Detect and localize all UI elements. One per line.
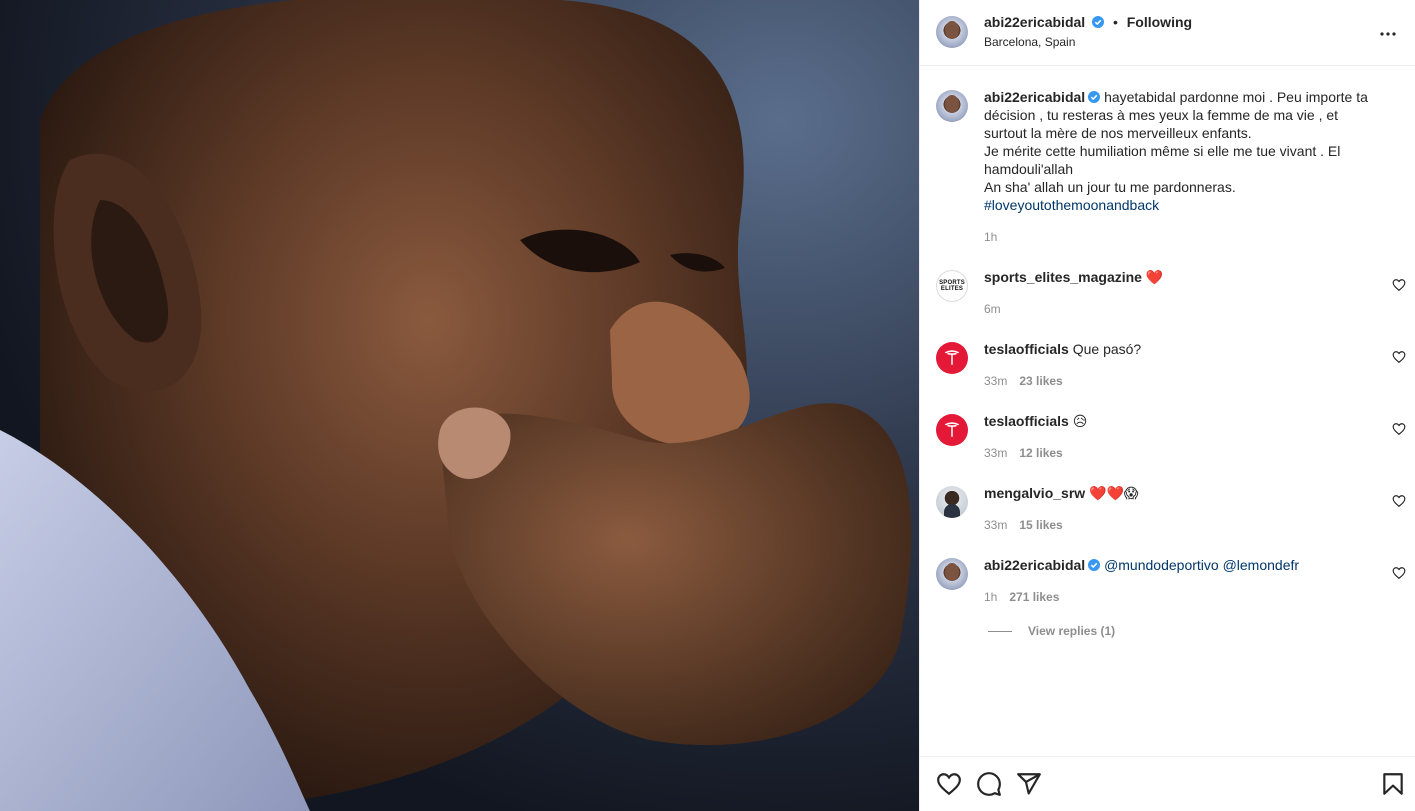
bookmark-icon[interactable] bbox=[1380, 771, 1406, 797]
author-avatar[interactable] bbox=[936, 16, 968, 48]
view-replies-label: View replies (1) bbox=[1028, 624, 1116, 638]
comment-time[interactable]: 1h bbox=[984, 590, 997, 604]
comment-like-icon[interactable] bbox=[1392, 350, 1406, 364]
following-button[interactable]: Following bbox=[1127, 14, 1192, 30]
comment-time[interactable]: 33m bbox=[984, 374, 1007, 388]
commenter-username[interactable]: mengalvio_srw bbox=[984, 485, 1085, 501]
commenter-avatar[interactable] bbox=[936, 414, 968, 446]
comment-time[interactable]: 33m bbox=[984, 518, 1007, 532]
comment-item: abi22ericabidal @mundodeportivo @lemonde… bbox=[920, 557, 1415, 648]
comment-emoji: 😥 bbox=[1072, 413, 1088, 429]
comment-item: teslaofficials Que pasó? 33m 23 likes bbox=[920, 341, 1415, 402]
commenter-username[interactable]: sports_elites_magazine bbox=[984, 269, 1142, 285]
author-username[interactable]: abi22ericabidal bbox=[984, 14, 1085, 30]
paper-plane-icon[interactable] bbox=[1016, 771, 1042, 797]
commenter-avatar[interactable]: SPORTS ELITES bbox=[936, 270, 968, 302]
caption-time[interactable]: 1h bbox=[984, 230, 997, 244]
avatar-logo-text: SPORTS ELITES bbox=[939, 280, 965, 292]
verified-badge-icon bbox=[1088, 559, 1101, 571]
comment-likes[interactable]: 23 likes bbox=[1019, 374, 1062, 388]
tesla-logo-icon bbox=[944, 350, 960, 365]
view-replies-button[interactable]: View replies (1) bbox=[988, 624, 1115, 638]
location-link[interactable]: Barcelona, Spain bbox=[984, 35, 1075, 49]
comment-like-icon[interactable] bbox=[1392, 422, 1406, 436]
comment-meta: 33m 12 likes bbox=[984, 446, 1063, 460]
post-header: abi22ericabidal • Following Barcelona, S… bbox=[920, 0, 1415, 66]
comment-meta: 33m 15 likes bbox=[984, 518, 1063, 532]
comment-emoji: ❤️❤️😱 bbox=[1089, 485, 1139, 501]
comment-likes[interactable]: 12 likes bbox=[1019, 446, 1062, 460]
separator-dot: • bbox=[1112, 14, 1118, 30]
comment-mentions[interactable]: @mundodeportivo @lemondefr bbox=[1104, 557, 1299, 573]
commenter-avatar[interactable] bbox=[936, 558, 968, 590]
commenter-avatar[interactable] bbox=[936, 342, 968, 374]
comment-item: mengalvio_srw ❤️❤️😱 33m 15 likes bbox=[920, 485, 1415, 546]
commenter-avatar[interactable] bbox=[936, 486, 968, 518]
comment-like-icon[interactable] bbox=[1392, 278, 1406, 292]
comment-like-icon[interactable] bbox=[1392, 494, 1406, 508]
comment-meta: 1h 271 likes bbox=[984, 590, 1059, 604]
comment-text: Que pasó? bbox=[1072, 341, 1142, 357]
caption-text-2: Je mérite cette humiliation même si elle… bbox=[984, 143, 1341, 177]
more-options-icon[interactable] bbox=[1376, 22, 1400, 46]
comment-emoji: ❤️ bbox=[1145, 269, 1164, 285]
post-photo[interactable] bbox=[0, 0, 919, 811]
comment-time[interactable]: 33m bbox=[984, 446, 1007, 460]
commenter-username[interactable]: teslaofficials bbox=[984, 341, 1069, 357]
replies-divider bbox=[988, 630, 1012, 632]
caption-text-3: An sha' allah un jour tu me pardonneras. bbox=[984, 179, 1236, 195]
verified-badge-icon bbox=[1088, 91, 1101, 103]
comment-icon[interactable] bbox=[976, 771, 1002, 797]
tesla-logo-icon bbox=[944, 422, 960, 437]
post-image bbox=[0, 0, 912, 811]
verified-badge-icon bbox=[1092, 16, 1105, 28]
comments-list[interactable]: abi22ericabidal hayetabidal pardonne moi… bbox=[920, 66, 1415, 756]
caption-avatar[interactable] bbox=[936, 90, 968, 122]
comment-likes[interactable]: 271 likes bbox=[1009, 590, 1059, 604]
comment-item: SPORTS ELITES sports_elites_magazine ❤️ … bbox=[920, 269, 1415, 330]
comment-time[interactable]: 6m bbox=[984, 302, 1001, 316]
action-bar bbox=[920, 756, 1415, 811]
caption-username[interactable]: abi22ericabidal bbox=[984, 89, 1085, 105]
caption: abi22ericabidal hayetabidal pardonne moi… bbox=[920, 89, 1415, 260]
comment-meta: 33m 23 likes bbox=[984, 374, 1063, 388]
caption-hashtag[interactable]: #loveyoutothemoonandback bbox=[984, 196, 1376, 214]
comment-like-icon[interactable] bbox=[1392, 566, 1406, 580]
commenter-username[interactable]: teslaofficials bbox=[984, 413, 1069, 429]
comment-likes[interactable]: 15 likes bbox=[1019, 518, 1062, 532]
heart-icon[interactable] bbox=[936, 771, 962, 797]
post-sidebar: abi22ericabidal • Following Barcelona, S… bbox=[919, 0, 1415, 811]
comment-item: teslaofficials 😥 33m 12 likes bbox=[920, 413, 1415, 474]
commenter-username[interactable]: abi22ericabidal bbox=[984, 557, 1085, 573]
